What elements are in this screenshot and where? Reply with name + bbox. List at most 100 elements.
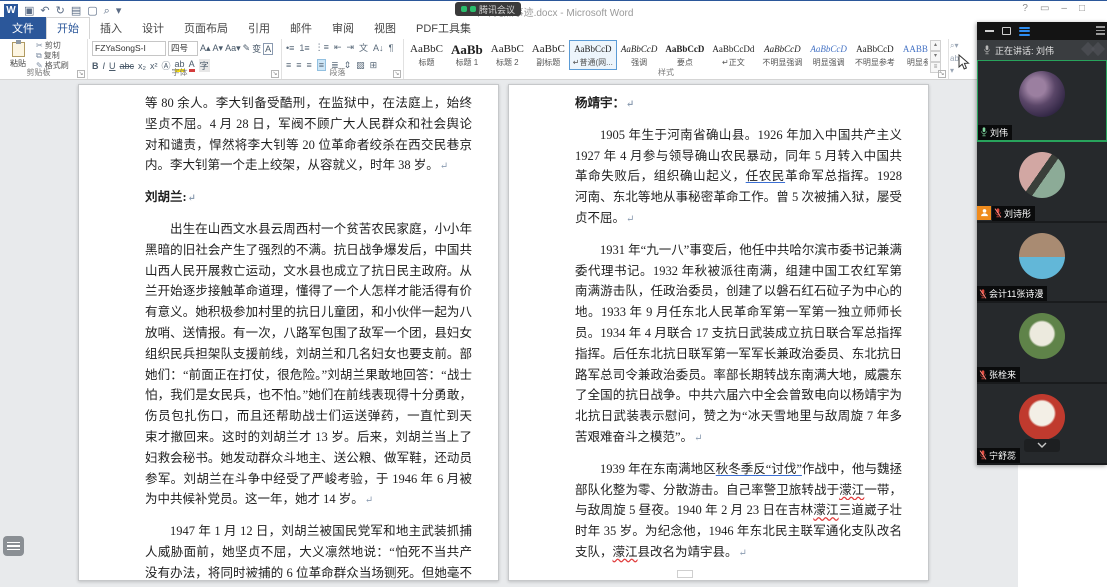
word-title-bar: W ▣ ↶ ↻ ▤ ▢ ⌕ ▾ 革命先烈事迹.docx - Microsoft … bbox=[0, 0, 1107, 20]
speaking-label: 正在讲话: 刘伟 bbox=[995, 45, 1055, 56]
paste-icon bbox=[11, 40, 25, 57]
doc-blank-line bbox=[145, 176, 472, 187]
style-item[interactable]: AaBbCcD 要点 bbox=[661, 40, 708, 70]
doc-text-line: 对和谴责，悍然将李大钊等 20 位革命者绞杀在西交民巷京师看守所 bbox=[145, 137, 472, 152]
grow-font-icon[interactable]: A▴ bbox=[200, 43, 211, 54]
font-dialog-launcher[interactable]: ↘ bbox=[271, 70, 279, 78]
gallery-down-icon[interactable]: ▾ bbox=[930, 51, 941, 62]
document-title: 革命先烈事迹.docx - Microsoft Word bbox=[473, 8, 634, 19]
styles-dialog-launcher[interactable]: ↘ bbox=[938, 70, 946, 78]
tab-文件[interactable]: 文件 bbox=[0, 17, 46, 39]
tab-引用[interactable]: 引用 bbox=[238, 18, 280, 39]
style-item[interactable]: AaBbCcDd ↵正文 bbox=[708, 40, 758, 70]
style-item[interactable]: AaBbCcD ↵普通(网... bbox=[568, 40, 617, 70]
minimize-icon[interactable]: – bbox=[1061, 3, 1067, 14]
style-item[interactable]: AaBbC 标题 bbox=[406, 40, 447, 70]
help-icon[interactable]: ? bbox=[1022, 3, 1028, 14]
numbering-icon[interactable]: 1≡ bbox=[299, 43, 309, 53]
panel-grid-view-icon[interactable] bbox=[1019, 26, 1030, 36]
collapse-chevron-button[interactable] bbox=[1024, 438, 1060, 452]
doc-blank-line bbox=[575, 448, 902, 459]
participant-tile-zhangshuanlai[interactable]: 张栓来 bbox=[977, 303, 1107, 385]
speaking-mic-icon bbox=[984, 45, 990, 55]
bullets-icon[interactable]: •≡ bbox=[286, 43, 294, 53]
doc-text-line: 1947 年 1 月 12 日，刘胡兰被国民党军和地主武装抓捕了。在敌 bbox=[170, 524, 472, 539]
ribbon-options-icon[interactable]: ▭ bbox=[1040, 3, 1049, 14]
participant-tile-liushitong[interactable]: 刘诗彤 bbox=[977, 141, 1107, 223]
doc-text-line: 支队，濛江县改名为靖宇县。↵ bbox=[575, 544, 747, 559]
tab-PDF工具集[interactable]: PDF工具集 bbox=[406, 18, 481, 39]
panel-layout-icon[interactable] bbox=[1002, 27, 1011, 35]
styles-group-label: 样式 bbox=[658, 68, 674, 77]
doc-text-line: 1931 年“九一八”事变后，他任中共哈尔滨市委书记兼满洲省委军 bbox=[600, 242, 902, 257]
paste-button[interactable]: 粘贴 bbox=[4, 40, 32, 69]
doc-text-line: 地。1933 年 9 月任东北人民革命军第一军第一独立师师长兼政治委 bbox=[575, 305, 902, 320]
doc-blank-line bbox=[575, 229, 902, 240]
page2-footer-mark bbox=[677, 570, 693, 578]
copy-button[interactable]: ⧉ 复制 bbox=[36, 51, 69, 61]
tab-插入[interactable]: 插入 bbox=[90, 18, 132, 39]
tab-页面布局[interactable]: 页面布局 bbox=[174, 18, 238, 39]
doc-text-line: 指挥。后任东北抗日联军第一军军长兼政治委员、东北抗日联军第一 bbox=[575, 346, 902, 361]
ribbon-tabs: 文件 开始 插入 设计 页面布局 引用 邮件 审阅 视图 PDF工具集 bbox=[0, 17, 1107, 39]
doc-text-line: 放哨、送情报。有一次，八路军包围了敌军一个团，县妇女部长奉命 bbox=[145, 325, 472, 340]
clear-format-icon[interactable]: ✎ bbox=[243, 43, 251, 54]
tab-开始[interactable]: 开始 bbox=[46, 17, 90, 39]
restore-icon[interactable]: □ bbox=[1079, 3, 1085, 14]
tab-设计[interactable]: 设计 bbox=[132, 18, 174, 39]
change-case-icon[interactable]: Aa▾ bbox=[225, 43, 241, 54]
paragraph-group: •≡ 1≡ ⋮≡ ⇤ ⇥ 文 A↓ ¶ ≡ ≡ ≡ ≡ ≣ ⇕ ▨ ⊞ 段落 ↘ bbox=[282, 39, 404, 79]
style-item[interactable]: AaBbCcD 强调 bbox=[617, 40, 662, 70]
participant-tile-ningshurui[interactable]: 宁舒蕊 bbox=[977, 384, 1107, 465]
multilevel-list-icon[interactable]: ⋮≡ bbox=[315, 42, 329, 53]
panel-minimize-icon[interactable] bbox=[985, 30, 994, 32]
participant-name-tag: 张栓来 bbox=[977, 367, 1021, 383]
doc-text-line: 出生在山西文水县云周西村一个贫苦农民家庭，小小年纪，便对 bbox=[170, 221, 472, 236]
decrease-indent-icon[interactable]: ⇤ bbox=[334, 42, 342, 53]
ribbon-home: 粘贴 ✂ 剪切 ⧉ 复制 ✎ 格式刷 剪贴板 ↘ FZYaSongS-I 四号 A▴ … bbox=[0, 39, 1107, 80]
increase-indent-icon[interactable]: ⇥ bbox=[346, 42, 354, 53]
style-item[interactable]: AaBbCcD 不明显参考 bbox=[851, 40, 899, 70]
font-name-select[interactable]: FZYaSongS-I bbox=[92, 41, 166, 56]
document-page-1[interactable]: 等 80 余人。李大钊备受酷刑，在监狱中，在法庭上，始终大义凛然， 坚贞不屈。4 … bbox=[78, 84, 499, 581]
panel-menu-icon[interactable] bbox=[1096, 26, 1105, 35]
tab-视图[interactable]: 视图 bbox=[364, 18, 406, 39]
asian-layout-icon[interactable]: 文 bbox=[359, 41, 368, 54]
sort-icon[interactable]: A↓ bbox=[373, 43, 384, 53]
doc-text-line: 1905 年生于河南省确山县。1926 年加入中国共产主义青年团。 bbox=[600, 127, 902, 142]
participant-name-tag: 刘伟 bbox=[978, 124, 1013, 140]
style-item[interactable]: AaBb 标题 1 bbox=[447, 40, 487, 70]
character-border-icon[interactable]: A bbox=[263, 42, 274, 55]
styles-gallery-scroll: ▴ ▾ ≡ bbox=[930, 40, 941, 73]
meeting-capture-pill[interactable]: 腾讯会议 bbox=[455, 2, 522, 16]
paragraph-dialog-launcher[interactable]: ↘ bbox=[393, 70, 401, 78]
participant-tile-liuwei[interactable]: 刘伟 bbox=[977, 60, 1107, 142]
meeting-panel: 正在讲话: 刘伟 刘伟 刘诗彤 会计11张诗漫 张栓来 宁舒蕊 bbox=[977, 22, 1107, 465]
find-partial-icon[interactable]: ⌕▾ bbox=[950, 41, 976, 51]
font-size-select[interactable]: 四号 bbox=[168, 41, 198, 56]
shrink-font-icon[interactable]: A▾ bbox=[213, 43, 224, 54]
background-strip bbox=[977, 465, 1018, 587]
document-canvas[interactable]: 等 80 余人。李大钊备受酷刑，在监狱中，在法庭上，始终大义凛然， 坚贞不屈。4 … bbox=[0, 80, 1107, 587]
style-item[interactable]: AaBbCcD 明显强调 bbox=[806, 40, 851, 70]
tab-审阅[interactable]: 审阅 bbox=[322, 18, 364, 39]
page1-footer-mark bbox=[247, 570, 263, 578]
style-item[interactable]: AABBCCI明显参考 bbox=[899, 40, 928, 70]
doc-text-line: 路军总司令兼政治委员。率部长期转战东南满大地，威震东北，配合 bbox=[575, 367, 902, 382]
tab-邮件[interactable]: 邮件 bbox=[280, 18, 322, 39]
doc-text-line: 束才撤回来。这时的刘胡兰才 13 岁。后来，刘胡兰当上了云周西村 bbox=[145, 429, 472, 444]
style-item[interactable]: AaBbC 标题 2 bbox=[487, 40, 528, 70]
style-item[interactable]: AaBbCcD 不明显强调 bbox=[758, 40, 806, 70]
style-item[interactable]: AaBbC 副标题 bbox=[528, 40, 569, 70]
show-marks-icon[interactable]: ¶ bbox=[389, 43, 394, 53]
gallery-up-icon[interactable]: ▴ bbox=[930, 40, 941, 51]
cut-button[interactable]: ✂ 剪切 bbox=[36, 41, 69, 50]
participant-tile-zhangshiman[interactable]: 会计11张诗漫 bbox=[977, 222, 1107, 304]
doc-text-line: 妇救会秘书。她发动群众斗地主、送公粮、做军鞋，还动员青年报名 bbox=[145, 450, 472, 465]
pinyin-guide-icon[interactable]: 变 bbox=[252, 42, 261, 55]
meeting-float-list-button[interactable] bbox=[3, 536, 24, 556]
clipboard-dialog-launcher[interactable]: ↘ bbox=[77, 70, 85, 78]
mic-on-icon bbox=[981, 127, 987, 137]
mic-muted-icon bbox=[979, 370, 987, 380]
document-page-2[interactable]: 杨靖宇：↵ 1905 年生于河南省确山县。1926 年加入中国共产主义青年团。 19… bbox=[508, 84, 929, 581]
